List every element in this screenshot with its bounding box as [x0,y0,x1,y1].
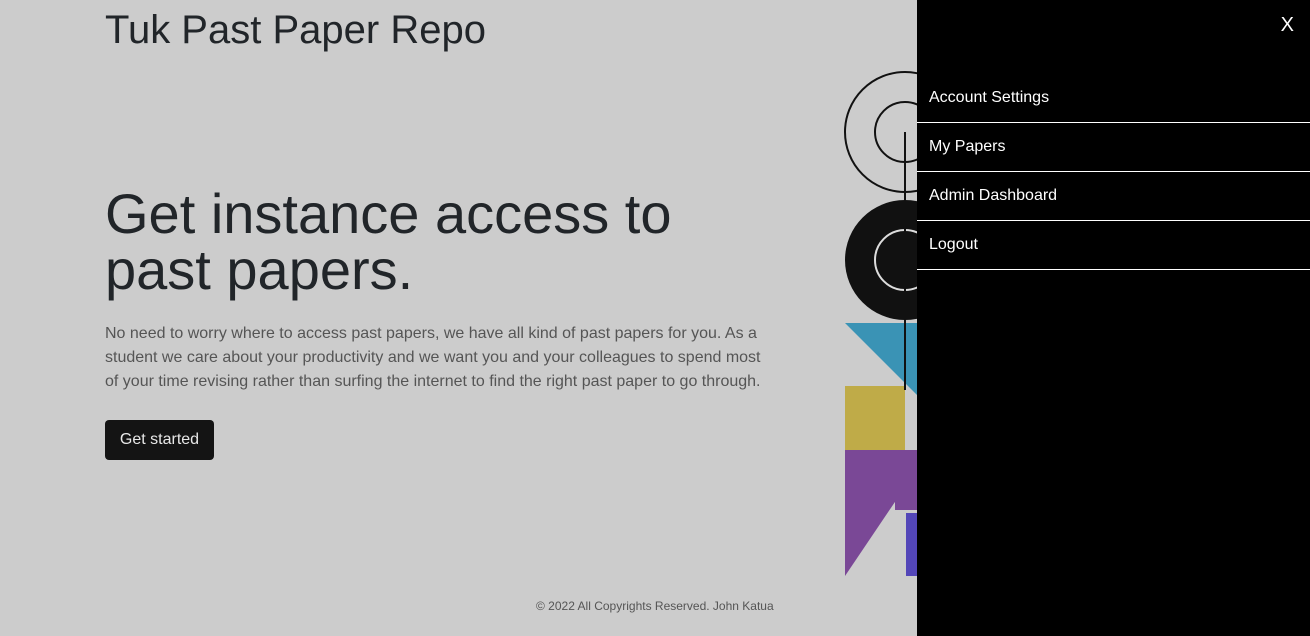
landing-page: Tuk Past Paper Repo Get instance access … [0,0,1310,636]
close-drawer-button[interactable]: X [1281,14,1294,37]
hero-description: No need to worry where to access past pa… [105,325,761,390]
drawer-menu: Account Settings My Papers Admin Dashboa… [917,74,1310,270]
menu-item-logout[interactable]: Logout [917,221,1310,270]
hero-heading: Get instance access to past papers. [105,182,672,301]
side-drawer: X Account Settings My Papers Admin Dashb… [917,0,1310,636]
footer-copyright: © 2022 All Copyrights Reserved. John Kat… [536,599,774,613]
menu-item-admin-dashboard[interactable]: Admin Dashboard [917,172,1310,221]
get-started-button[interactable]: Get started [105,420,214,460]
menu-item-account-settings[interactable]: Account Settings [917,74,1310,123]
gold-square-shape [845,386,905,450]
brand-title[interactable]: Tuk Past Paper Repo [105,8,486,53]
menu-item-my-papers[interactable]: My Papers [917,123,1310,172]
